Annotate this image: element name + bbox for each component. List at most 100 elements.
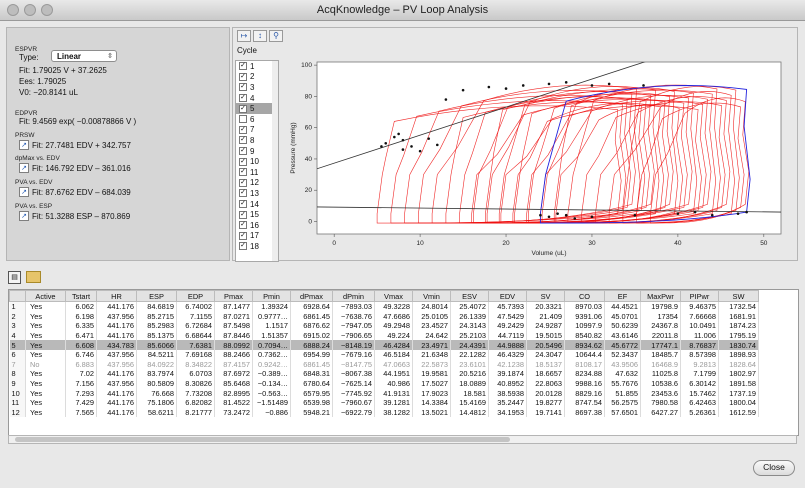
cycle-checkbox[interactable] [239, 115, 247, 124]
cycle-number: 5 [250, 104, 255, 114]
minimize-window-icon[interactable] [24, 4, 36, 16]
pva-esp-row[interactable]: ↗ Fit: 51.3288 ESP – 870.869 [19, 210, 130, 222]
close-window-icon[interactable] [7, 4, 19, 16]
close-button[interactable]: Close [753, 460, 795, 476]
table-cell: Yes [25, 397, 66, 408]
table-cell: 441.176 [96, 330, 137, 341]
column-header[interactable]: Tstart [65, 290, 97, 302]
table-row[interactable]: 2 Yes 6.198 437.956 85.2715 7.1155 87.0271 0.97… [9, 311, 759, 322]
pva-edv-row[interactable]: ↗ Fit: 87.6762 EDV – 684.039 [19, 186, 131, 198]
table-cell: 25.0105 [412, 311, 451, 322]
column-header[interactable]: Vmin [412, 290, 451, 302]
table-cell: 46.4329 [488, 349, 527, 360]
table-cell: 23.4971 [412, 340, 451, 350]
table-cell: 84.5211 [136, 349, 177, 360]
table-cell: Yes [25, 407, 66, 418]
cycle-marker [590, 84, 594, 87]
column-header[interactable]: SW [718, 290, 759, 302]
table-horizontal-scrollbar[interactable] [8, 435, 797, 444]
table-cell: 18.0889 [450, 378, 489, 389]
cycle-checkbox[interactable]: ✓ [239, 94, 247, 103]
cycle-scrollbar[interactable] [272, 61, 278, 261]
type-select[interactable]: Linear ⇳ [51, 50, 117, 62]
cycle-checkbox[interactable]: ✓ [239, 189, 247, 198]
cycle-number: 11 [250, 167, 259, 177]
column-header[interactable]: dPmax [290, 290, 333, 302]
cycle-checkbox[interactable]: ✓ [239, 72, 247, 81]
table-row[interactable]: 6 Yes 6.746 437.956 84.5211 7.69168 88.2466 0.7… [9, 349, 759, 360]
cycle-checkbox[interactable]: ✓ [239, 242, 247, 251]
save-icon[interactable]: ▤ [8, 271, 21, 284]
table-row[interactable]: 8 Yes 7.02 441.176 83.7974 6.0703 87.6972 −0.38… [9, 369, 759, 379]
fit-plot-icon[interactable]: ↗ [19, 163, 29, 173]
column-header[interactable]: EDV [488, 290, 527, 302]
pva-esp-fit: Fit: 51.3288 ESP – 870.869 [32, 211, 131, 221]
fit-plot-icon[interactable]: ↗ [19, 140, 29, 150]
dpmax-row[interactable]: ↗ Fit: 146.792 EDV – 361.016 [19, 162, 131, 174]
table-cell: 9.2813 [680, 359, 719, 370]
table-row[interactable]: 10 Yes 7.293 441.176 76.668 7.73208 82.8995 −0.… [9, 388, 759, 398]
column-header[interactable]: Pmin [252, 290, 291, 302]
table-row[interactable]: 9 Yes 7.156 437.956 80.5809 8.30826 85.6468 −0.… [9, 378, 759, 389]
column-header[interactable]: ESV [450, 290, 489, 302]
column-header[interactable]: Pmax [214, 290, 253, 302]
cycle-checkbox[interactable]: ✓ [239, 178, 247, 187]
table-cell: 43.6146 [604, 330, 641, 341]
column-header[interactable]: SV [526, 290, 565, 302]
fit-plot-icon[interactable]: ↗ [19, 211, 29, 221]
cycle-checkbox[interactable]: ✓ [239, 62, 247, 71]
cycle-checkbox[interactable]: ✓ [239, 157, 247, 166]
cycle-checkbox[interactable]: ✓ [239, 168, 247, 177]
zoom-icon[interactable]: ⚲ [269, 30, 283, 42]
type-value: Linear [57, 52, 82, 61]
cycle-checkbox[interactable]: ✓ [239, 136, 247, 145]
cycle-checkbox[interactable]: ✓ [239, 104, 247, 113]
cycle-list[interactable]: ✓ 1 ✓ 2 ✓ 3 ✓ 4 ✓ 5 6 ✓ 7 ✓ 8 ✓ 9 ✓ 10 ✓ 11 ✓ 12 ✓ 13 ✓ 14 ✓ 15 ✓ 16 ✓ 1… [235, 60, 279, 262]
cycle-checkbox[interactable]: ✓ [239, 210, 247, 219]
column-header[interactable]: EF [604, 290, 641, 302]
column-header[interactable]: HR [96, 290, 137, 302]
column-header[interactable]: PIPwr [680, 290, 719, 302]
table-row[interactable]: 1 Yes 6.062 441.176 84.6819 6.74002 87.1477 1.3… [9, 301, 759, 312]
espvr-fit: Fit: 1.79025 V + 37.2625 [19, 66, 107, 75]
zoom-window-icon[interactable] [41, 4, 53, 16]
prsw-heading: PRSW [15, 132, 35, 139]
fit-plot-icon[interactable]: ↗ [19, 187, 29, 197]
column-header[interactable]: Vmax [374, 290, 413, 302]
table-cell: −0.886 [252, 407, 291, 418]
cycle-checkbox[interactable]: ✓ [239, 125, 247, 134]
cycle-checkbox[interactable]: ✓ [239, 147, 247, 156]
table-row[interactable]: 12 Yes 7.565 441.176 58.6211 8.21777 73.2472 −0… [9, 407, 759, 418]
table-cell: 84.0922 [136, 359, 177, 370]
table-cell: 17747.1 [640, 340, 681, 350]
table-row[interactable]: 11 Yes 7.429 441.176 75.1806 6.82082 81.4522 −1… [9, 397, 759, 408]
column-header[interactable]: Active [25, 290, 66, 302]
table-cell: 7.02 [65, 369, 97, 379]
pv-loop-chart[interactable]: 0 10 20 30 40 50 0 20 40 60 80 100 Volume (uL) Pressu… [283, 56, 795, 258]
cycle-checkbox[interactable]: ✓ [239, 200, 247, 209]
cycle-checkbox[interactable]: ✓ [239, 231, 247, 240]
table-row[interactable]: 7 No 6.883 437.956 84.0922 8.34822 87.4157 0.92… [9, 359, 759, 370]
column-header[interactable]: EDP [176, 290, 215, 302]
fit-vertical-icon[interactable]: ↕ [253, 30, 267, 42]
cycle-checkbox[interactable]: ✓ [239, 221, 247, 230]
table-row[interactable]: 4 Yes 6.471 441.176 85.1375 6.68644 87.8446 1.5… [9, 330, 759, 341]
cycle-number: 13 [250, 188, 259, 198]
column-header[interactable]: MaxPwr [640, 290, 681, 302]
cycle-number: 18 [250, 241, 259, 251]
column-header[interactable]: CO [564, 290, 605, 302]
row-number: 12 [9, 407, 26, 418]
column-header[interactable] [9, 290, 26, 302]
scroll-thumb[interactable] [15, 437, 510, 442]
fit-horizontal-icon[interactable]: ↦ [237, 30, 251, 42]
results-table[interactable]: Active Tstart HR ESP EDP Pmax Pmin dPmax dPmin Vm… [8, 289, 799, 436]
column-header[interactable]: ESP [136, 290, 177, 302]
cycle-checkbox[interactable]: ✓ [239, 83, 247, 92]
table-cell: 6427.27 [640, 407, 681, 418]
table-row[interactable]: 3 Yes 6.335 441.176 85.2983 6.72684 87.5498 1.1… [9, 321, 759, 331]
table-row[interactable]: 5 Yes 6.608 434.783 85.6066 7.6381 88.0992 0.70… [9, 340, 759, 350]
folder-icon[interactable] [26, 271, 41, 283]
prsw-row[interactable]: ↗ Fit: 27.7481 EDV + 342.757 [19, 139, 131, 151]
column-header[interactable]: dPmin [332, 290, 375, 302]
cycle-marker [573, 217, 577, 220]
